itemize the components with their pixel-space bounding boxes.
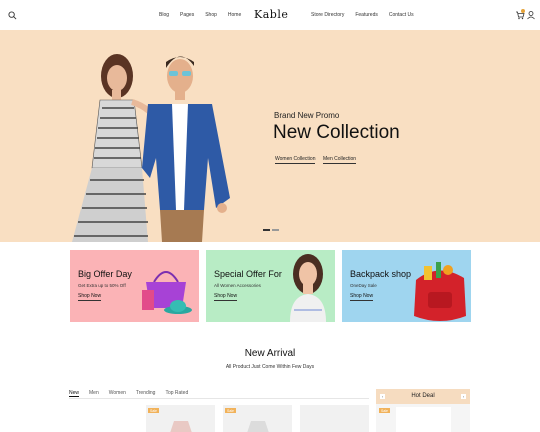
hot-deal-product[interactable] <box>396 407 451 432</box>
prev-arrow-icon[interactable]: ‹ <box>380 394 385 399</box>
nav-item-pages[interactable]: Pages <box>180 12 194 18</box>
tab-trending[interactable]: Trending <box>136 390 156 397</box>
nav-right: Store Directory Featureds Contact Us <box>311 12 425 18</box>
offer-subtitle: OneDay Sale <box>350 283 377 288</box>
user-icon[interactable] <box>526 10 536 20</box>
product-card[interactable]: Sale <box>146 405 215 432</box>
offer-title: Big Offer Day <box>78 269 132 279</box>
tab-new[interactable]: New <box>69 390 80 397</box>
nav-item-featureds[interactable]: Featureds <box>355 12 378 18</box>
sale-tag: Sale <box>225 408 237 413</box>
site-logo[interactable]: Kable <box>254 8 288 21</box>
nav-item-home[interactable]: Home <box>228 12 241 18</box>
tab-men[interactable]: Men <box>89 390 99 397</box>
sale-tag: Sale <box>148 408 160 413</box>
section-title: New Arrival <box>244 348 296 359</box>
nav-item-contact-us[interactable]: Contact Us <box>389 12 414 18</box>
nav-item-shop[interactable]: Shop <box>205 12 217 18</box>
offer-card-special[interactable]: Special Offer For All Women Accessories … <box>206 250 335 322</box>
shop-now-link[interactable]: Shop Now <box>350 293 374 301</box>
shop-now-link[interactable]: Shop Now <box>214 293 238 301</box>
product-image <box>247 421 269 432</box>
product-tabs: New Men Women Trending Top Rated <box>69 390 198 397</box>
shop-now-link[interactable]: Shop Now <box>78 293 102 301</box>
slider-dot[interactable] <box>263 229 270 231</box>
woman-portrait-image <box>290 254 326 322</box>
offer-title: Special Offer For <box>214 269 282 279</box>
hot-deal-label: Hot Deal <box>411 393 435 399</box>
nav-item-store-directory[interactable]: Store Directory <box>311 12 344 18</box>
hot-deal-panel: Hot Deal ‹ › Sale <box>376 389 470 432</box>
offer-subtitle: Get Extra up to 50% Off <box>78 283 126 288</box>
offer-card-backpack[interactable]: Backpack shop OneDay Sale Shop Now <box>342 250 471 322</box>
product-image <box>170 421 192 432</box>
site-header: Blog Pages Shop Home Kable Store Directo… <box>0 0 540 30</box>
tabs-divider <box>69 398 369 399</box>
tab-top-rated[interactable]: Top Rated <box>165 390 188 397</box>
offer-title: Backpack shop <box>350 269 412 279</box>
hero-title: New Collection <box>273 122 400 143</box>
hero-models-image <box>72 54 230 242</box>
next-arrow-icon[interactable]: › <box>461 394 466 399</box>
hero-subtitle: Brand New Promo <box>274 111 340 120</box>
section-subtitle: All Product Just Come Within Few Days <box>225 364 315 370</box>
product-card[interactable] <box>300 405 369 432</box>
cart-badge <box>521 9 525 13</box>
sale-tag: Sale <box>379 408 391 413</box>
offer-card-big-offer[interactable]: Big Offer Day Get Extra up to 50% Off Sh… <box>70 250 199 322</box>
slider-dot[interactable] <box>272 229 279 231</box>
men-collection-link[interactable]: Men Collection <box>323 156 357 164</box>
hero-banner: Brand New Promo New Collection Women Col… <box>0 30 540 242</box>
product-card[interactable]: Sale <box>223 405 292 432</box>
search-icon[interactable] <box>8 11 17 20</box>
women-collection-link[interactable]: Women Collection <box>275 156 316 164</box>
nav-item-blog[interactable]: Blog <box>159 12 169 18</box>
slider-dots <box>263 229 281 231</box>
nav-left: Blog Pages Shop Home <box>159 12 252 18</box>
tab-women[interactable]: Women <box>109 390 126 397</box>
backpack-image <box>414 262 466 321</box>
handbag-hat-image <box>142 271 192 314</box>
offer-subtitle: All Women Accessories <box>214 283 261 288</box>
